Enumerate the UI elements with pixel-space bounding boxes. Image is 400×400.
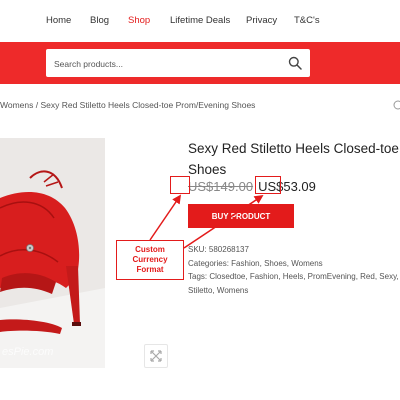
tag-link[interactable]: Womens bbox=[217, 286, 248, 295]
sku-row: SKU: 580268137 bbox=[188, 243, 400, 257]
search-bar bbox=[0, 42, 400, 84]
regular-price: US$149.00 bbox=[188, 179, 254, 194]
nav-item-lifetime-deals[interactable]: Lifetime Deals bbox=[170, 15, 230, 26]
image-watermark: esPie.com bbox=[2, 346, 54, 358]
tag-link[interactable]: Sexy, bbox=[379, 272, 398, 281]
price-block: US$149.00 US$53.09 bbox=[188, 179, 316, 194]
currency-highlight-box-old bbox=[170, 176, 190, 194]
categories-label: Categories: bbox=[188, 258, 229, 268]
category-link[interactable]: Shoes bbox=[264, 259, 287, 268]
red-stiletto-shoe-image bbox=[0, 138, 105, 368]
buy-product-button[interactable]: BUY PRODUCT bbox=[188, 204, 294, 228]
nav-item-shop[interactable]: Shop bbox=[128, 15, 150, 26]
expand-icon bbox=[150, 350, 162, 362]
info-icon bbox=[393, 100, 400, 110]
tags-label: Tags: bbox=[188, 272, 208, 281]
sku-value: 580268137 bbox=[208, 245, 249, 254]
categories-row: Categories: Fashion, Shoes, Womens bbox=[188, 258, 323, 268]
arrow-to-old-price bbox=[149, 194, 182, 241]
product-image[interactable]: esPie.com bbox=[0, 138, 105, 368]
product-title: Sexy Red Stiletto Heels Closed-toe Pr Sh… bbox=[188, 138, 400, 180]
custom-currency-format-annotation: Custom Currency Format bbox=[116, 240, 184, 280]
tag-link[interactable]: Closedtoe bbox=[209, 272, 245, 281]
tag-link[interactable]: Fashion bbox=[250, 272, 278, 281]
nav-item-blog[interactable]: Blog bbox=[90, 15, 109, 26]
annotation-line-1: Custom bbox=[135, 245, 165, 254]
category-link[interactable]: Womens bbox=[291, 259, 322, 268]
main-nav: Home Blog Shop Lifetime Deals Privacy T&… bbox=[0, 0, 400, 42]
nav-item-home[interactable]: Home bbox=[46, 15, 71, 26]
breadcrumb[interactable]: Womens / Sexy Red Stiletto Heels Closed-… bbox=[0, 100, 255, 110]
zoom-button[interactable] bbox=[144, 344, 168, 368]
nav-item-privacy[interactable]: Privacy bbox=[246, 15, 277, 26]
tag-link[interactable]: Heels bbox=[283, 272, 303, 281]
tags-row-continued: Stiletto, Womens bbox=[188, 285, 249, 295]
product-title-line-2: Shoes bbox=[188, 162, 227, 177]
annotation-line-2: Currency bbox=[132, 255, 168, 264]
product-title-line-1: Sexy Red Stiletto Heels Closed-toe Pr bbox=[188, 141, 400, 156]
tag-link[interactable]: Stiletto bbox=[188, 286, 212, 295]
product-meta: SKU: 580268137 Categories: Fashion, Shoe… bbox=[188, 243, 400, 297]
currency-highlight-box-new bbox=[255, 176, 281, 194]
search-input[interactable] bbox=[52, 53, 276, 75]
tag-link[interactable]: Red bbox=[360, 272, 375, 281]
sku-label: SKU: bbox=[188, 245, 207, 254]
nav-item-tcs[interactable]: T&C's bbox=[294, 15, 320, 26]
annotation-line-3: Format bbox=[136, 265, 164, 274]
category-link[interactable]: Fashion bbox=[231, 259, 259, 268]
tag-link[interactable]: PromEvening bbox=[308, 272, 356, 281]
search-icon[interactable] bbox=[288, 56, 302, 70]
tags-row: Tags: Closedtoe, Fashion, Heels, PromEve… bbox=[188, 272, 399, 281]
search-box bbox=[46, 49, 310, 77]
